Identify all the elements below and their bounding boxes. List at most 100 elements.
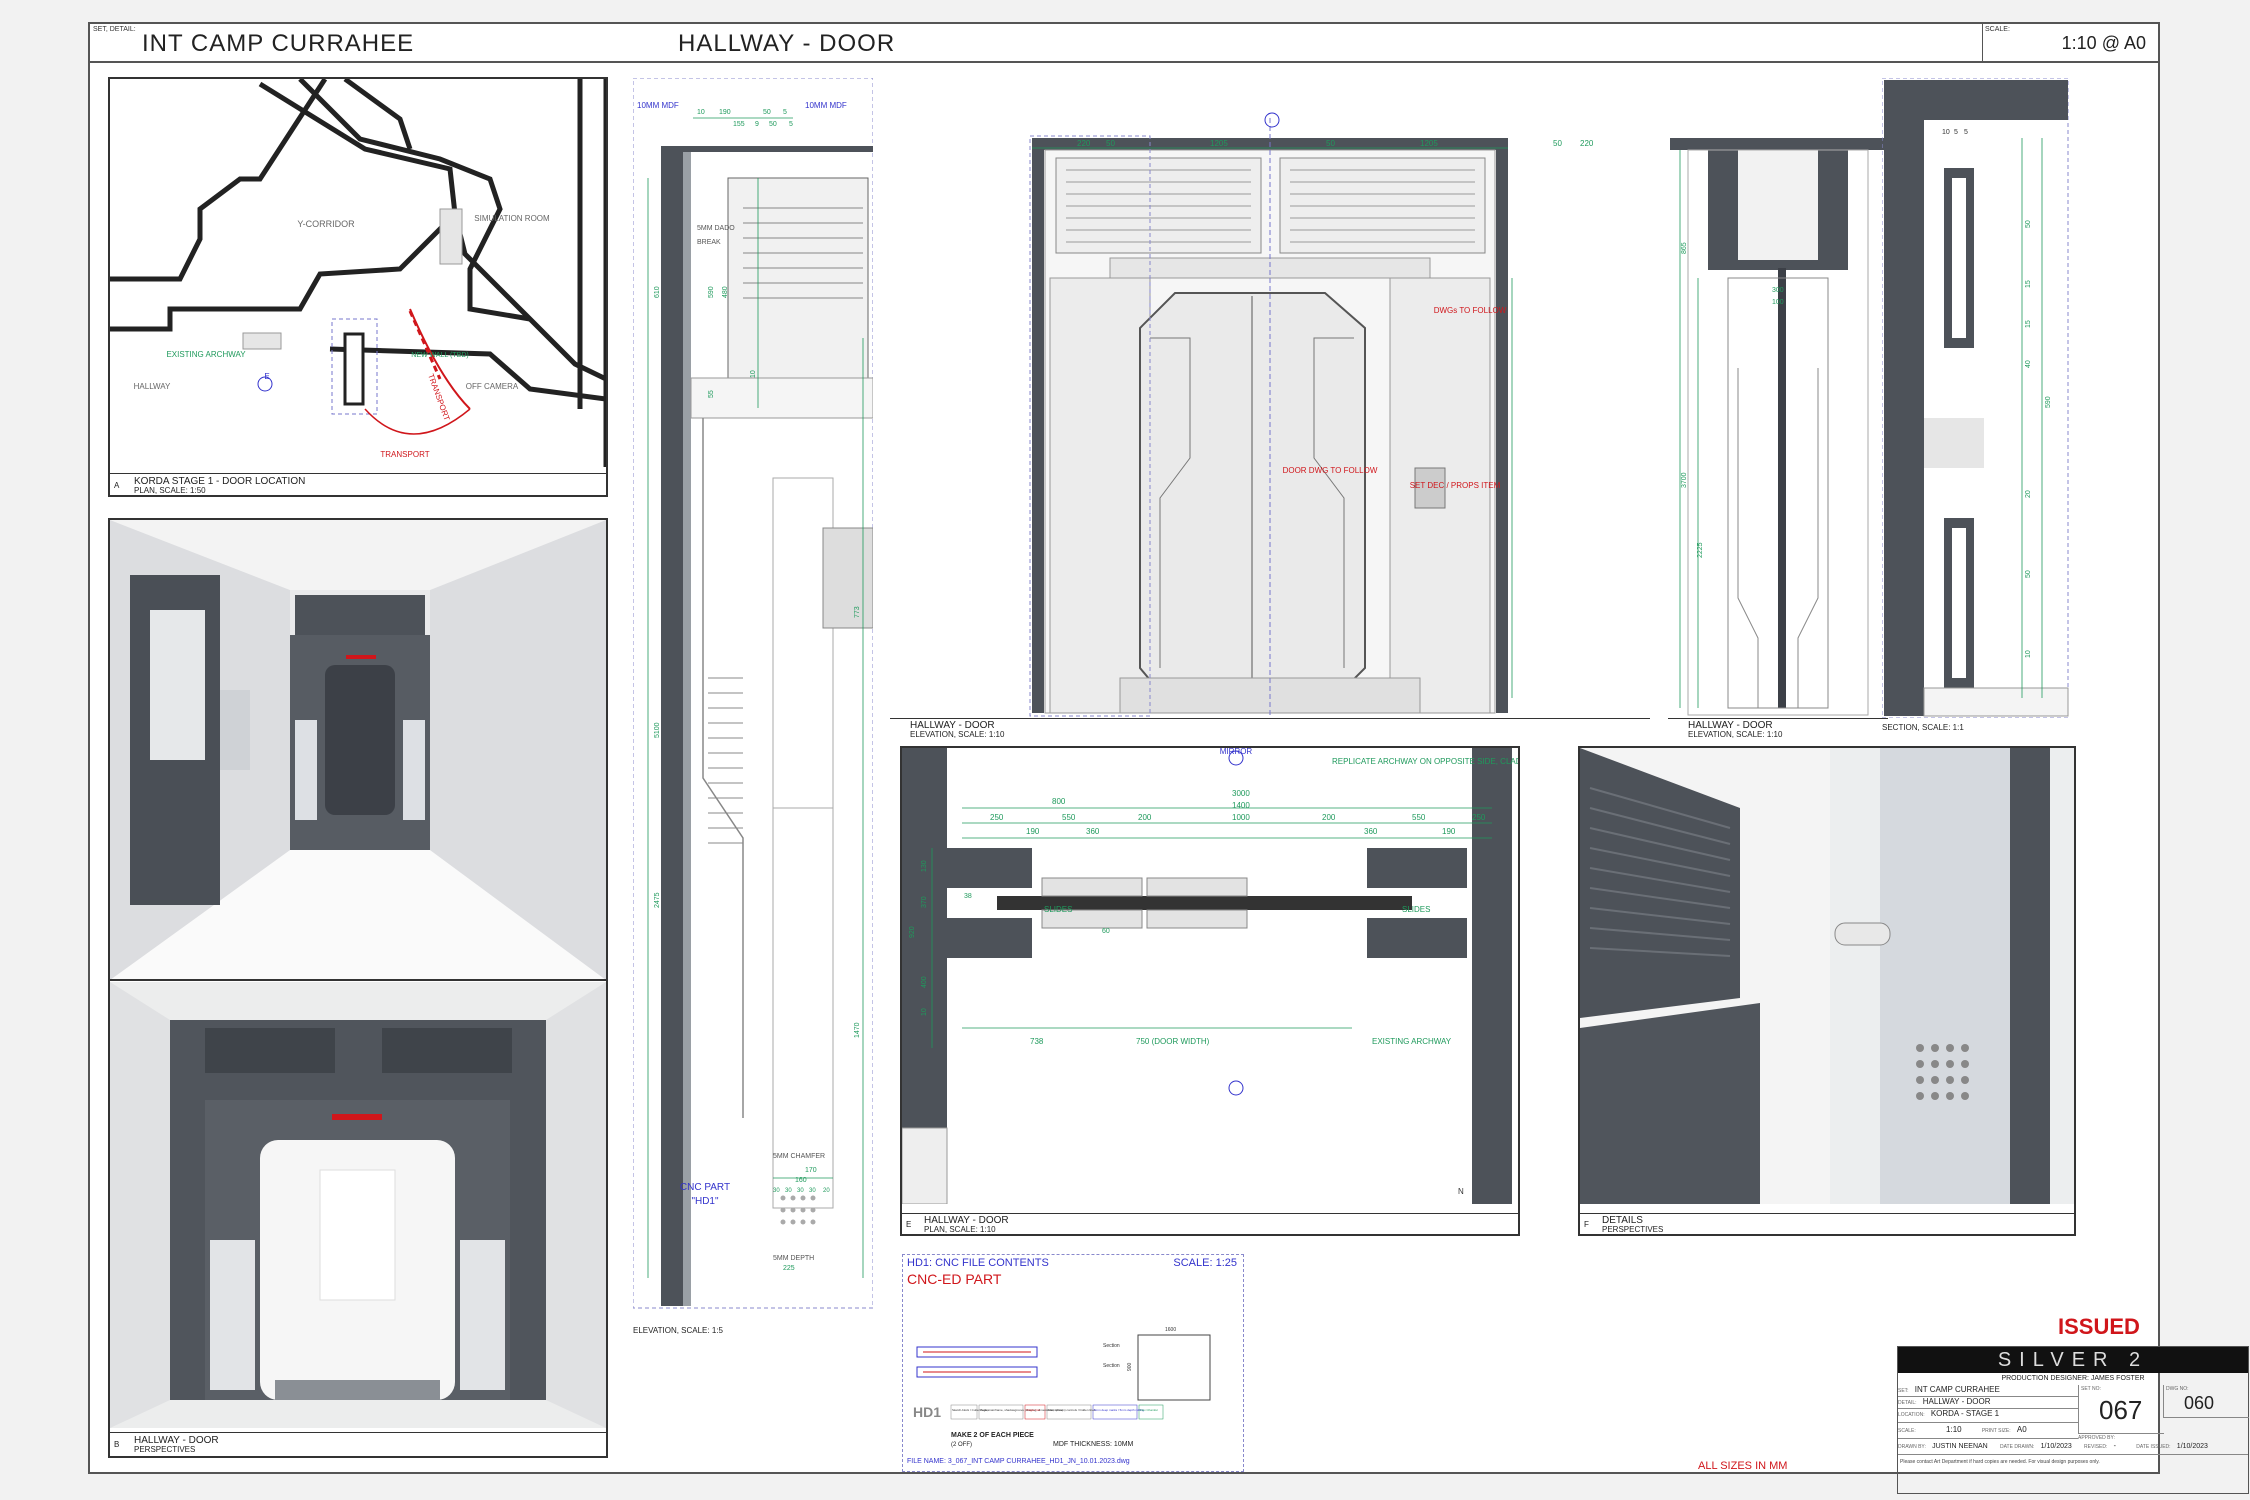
plan-dim-550-r: 550 (1412, 813, 1426, 822)
scale-caption: SCALE: (1985, 26, 2010, 33)
dim-top-8: 5 (789, 121, 793, 128)
plan-dim-10: 10 (921, 1008, 928, 1016)
dim-30-d: 30 (809, 1188, 816, 1194)
cnc-code-label: HD1 (913, 1404, 941, 1420)
tb-date-issued-label: DATE ISSUED: (2136, 1444, 2171, 1450)
panel-f-caption: DETAILS PERSPECTIVES (1602, 1216, 1663, 1235)
elev-subtitle: ELEVATION, SCALE: 1:10 (910, 730, 1005, 739)
elev-caption: HALLWAY - DOOR ELEVATION, SCALE: 1:10 (910, 721, 1005, 740)
plan-dim-190-l: 190 (1026, 827, 1040, 836)
panel-e-plan: MIRROR REPLICATE ARCHWAY ON OPPOSITE SID… (900, 746, 1520, 1236)
production-designer: PRODUCTION DESIGNER: JAMES FOSTER (2001, 1375, 2145, 1382)
plan-dim-1400: 1400 (1232, 801, 1250, 810)
panel-a-plan: E Y-CORRIDOR SIMULATION ROOM EXISTING AR… (108, 77, 608, 497)
panel-b-subtitle: PERSPECTIVES (134, 1445, 196, 1454)
sec-dim-20: 20 (2025, 490, 2032, 498)
mirror-label: MIRROR (1220, 748, 1253, 756)
label-existing-archway: EXISTING ARCHWAY (166, 350, 246, 359)
cnc-filename: FILE NAME: 3_067_INT CAMP CURRAHEE_HD1_J… (907, 1458, 1130, 1465)
cnc-legend-3: Mark (dimen) controls / hidden lines (1048, 1408, 1096, 1412)
plan-dim-738: 738 (1030, 1037, 1044, 1046)
tb-date-drawn: 1/10/2023 (2040, 1443, 2072, 1450)
cnc-make-note: MAKE 2 OF EACH PIECE (951, 1432, 1034, 1439)
tb-drawn: JUSTIN NEENAN (1932, 1443, 1988, 1450)
cnc-file-box: HD1: CNC FILE CONTENTS SCALE: 1:25 CNC-E… (902, 1254, 1244, 1472)
tb-revised-label: REVISED: (2084, 1444, 2108, 1450)
dim-top-2: 190 (719, 109, 731, 116)
label-off-camera: OFF CAMERA (466, 382, 519, 391)
side-dim-100: 100 (1772, 299, 1784, 306)
tb-date-issued: 1/10/2023 (2176, 1443, 2208, 1450)
elev-dim-50-c: 50 (1553, 139, 1562, 148)
set-detail-caption: SET, DETAIL: (93, 26, 136, 33)
section-view: 10 5 5 50 15 15 40 590 20 50 10 SECTION,… (1881, 77, 2082, 743)
slides-right: SLIDES (1402, 905, 1430, 914)
sec-dim-15b: 15 (2025, 320, 2032, 328)
plan-dim-920: 920 (909, 926, 916, 938)
plan-dim-1000: 1000 (1232, 813, 1250, 822)
tb-footnote: Please contact Art Department if hard co… (1900, 1459, 2100, 1465)
sec-dim-10: 10 (1942, 129, 1950, 136)
dim-30-c: 30 (797, 1188, 804, 1194)
tb-scale-label: SCALE: (1898, 1428, 1916, 1434)
side-view: 865 3700 2225 300 100 HALLWAY - DOOR ELE… (1668, 78, 1888, 743)
side-dim-865: 865 (1681, 242, 1688, 254)
plan-dim-360-r: 360 (1364, 827, 1378, 836)
panel-a-subtitle: PLAN, SCALE: 1:50 (134, 486, 206, 495)
dim-top-5: 50 (763, 109, 771, 116)
side-elevation-drawing: 10MM MDF 10MM MDF 10 190 155 9 50 5 50 5… (632, 77, 874, 1309)
label-new-wall: NEW WALL (TBD) (411, 352, 468, 359)
side-elev-scale: ELEVATION, SCALE: 1:5 (633, 1326, 723, 1335)
cnc-legend-2: Vrtigle Cut (1026, 1408, 1040, 1412)
mdf-label-left: 10MM MDF (637, 101, 679, 110)
side-view-caption: HALLWAY - DOOR ELEVATION, SCALE: 1:10 (1688, 721, 1782, 740)
issued-stamp: ISSUED (2058, 1314, 2140, 1339)
dim-top-3: 155 (733, 121, 745, 128)
elev-dim-50-b: 50 (1326, 139, 1335, 148)
north-arrow-label: N (1458, 1187, 1464, 1196)
tb-drawn-label: DRAWN BY: (1898, 1444, 1926, 1450)
plan-dim-200-r: 200 (1322, 813, 1336, 822)
cnc-part-code: "HD1" (691, 1196, 719, 1207)
dim-top-7: 50 (769, 121, 777, 128)
plan-dim-3000: 3000 (1232, 789, 1250, 798)
dim-v-2475: 2475 (654, 892, 661, 908)
title-block-logo: SILVER 2 (1898, 1347, 2248, 1373)
section-caption: SECTION, SCALE: 1:1 (1882, 723, 1964, 732)
tb-setno-label: SET NO: (2081, 1386, 2101, 1392)
cnc-part-label: CNC PART (680, 1182, 730, 1193)
dim-160: 160 (795, 1177, 807, 1184)
plan-door-drawing: MIRROR REPLICATE ARCHWAY ON OPPOSITE SID… (902, 748, 1518, 1205)
plan-dim-200-l: 200 (1138, 813, 1152, 822)
depth-note: 5MM DEPTH (773, 1255, 814, 1262)
dim-20: 20 (823, 1188, 830, 1194)
label-simulation-room: SIMULATION ROOM (474, 214, 550, 223)
panel-e-subtitle: PLAN, SCALE: 1:10 (924, 1225, 996, 1234)
note-door-dwg: DOOR DWG TO FOLLOW (1283, 466, 1378, 475)
plan-dim-550-l: 550 (1062, 813, 1076, 822)
cnc-dim-w: 1600 (1165, 1327, 1176, 1333)
perspective-renders (110, 520, 606, 1428)
dim-top-4: 9 (755, 121, 759, 128)
side-dim-3700: 3700 (1681, 472, 1688, 488)
elevation-drawing: 220 50 1205 50 1205 50 220 DWGs TO FOLLO… (1029, 112, 1594, 718)
cnc-legend-5: Flex Chamfer (1140, 1408, 1158, 1412)
side-elevation-strip: 10MM MDF 10MM MDF 10 190 155 9 50 5 50 5… (632, 77, 874, 1335)
sec-dim-5b: 5 (1964, 129, 1968, 136)
cnc-legend-4: 5mm deep marks / 5mm depth milling (1094, 1408, 1144, 1412)
tb-scale: 1:10 (1946, 1425, 1962, 1434)
tb-set-no: 067 (2099, 1395, 2143, 1425)
plan-dim-360-l: 360 (1086, 827, 1100, 836)
tb-set: INT CAMP CURRAHEE (1914, 1385, 2000, 1394)
note-dwgs-to-follow: DWGs TO FOLLOW (1434, 306, 1507, 315)
panel-b-letter: B (114, 1440, 120, 1449)
detail-renders (1580, 748, 2074, 1204)
title-block: SILVER 2 PRODUCTION DESIGNER: JAMES FOST… (1897, 1346, 2249, 1494)
dim-v-773: 773 (854, 606, 861, 618)
plan-dim-400: 400 (921, 976, 928, 988)
elev-dim-220-right: 220 (1580, 139, 1594, 148)
plan-dim-370: 370 (921, 896, 928, 908)
cnc-section-a: Section (1103, 1343, 1120, 1349)
label-y-corridor: Y-CORRIDOR (297, 219, 355, 229)
sec-dim-50b: 50 (2025, 570, 2032, 578)
